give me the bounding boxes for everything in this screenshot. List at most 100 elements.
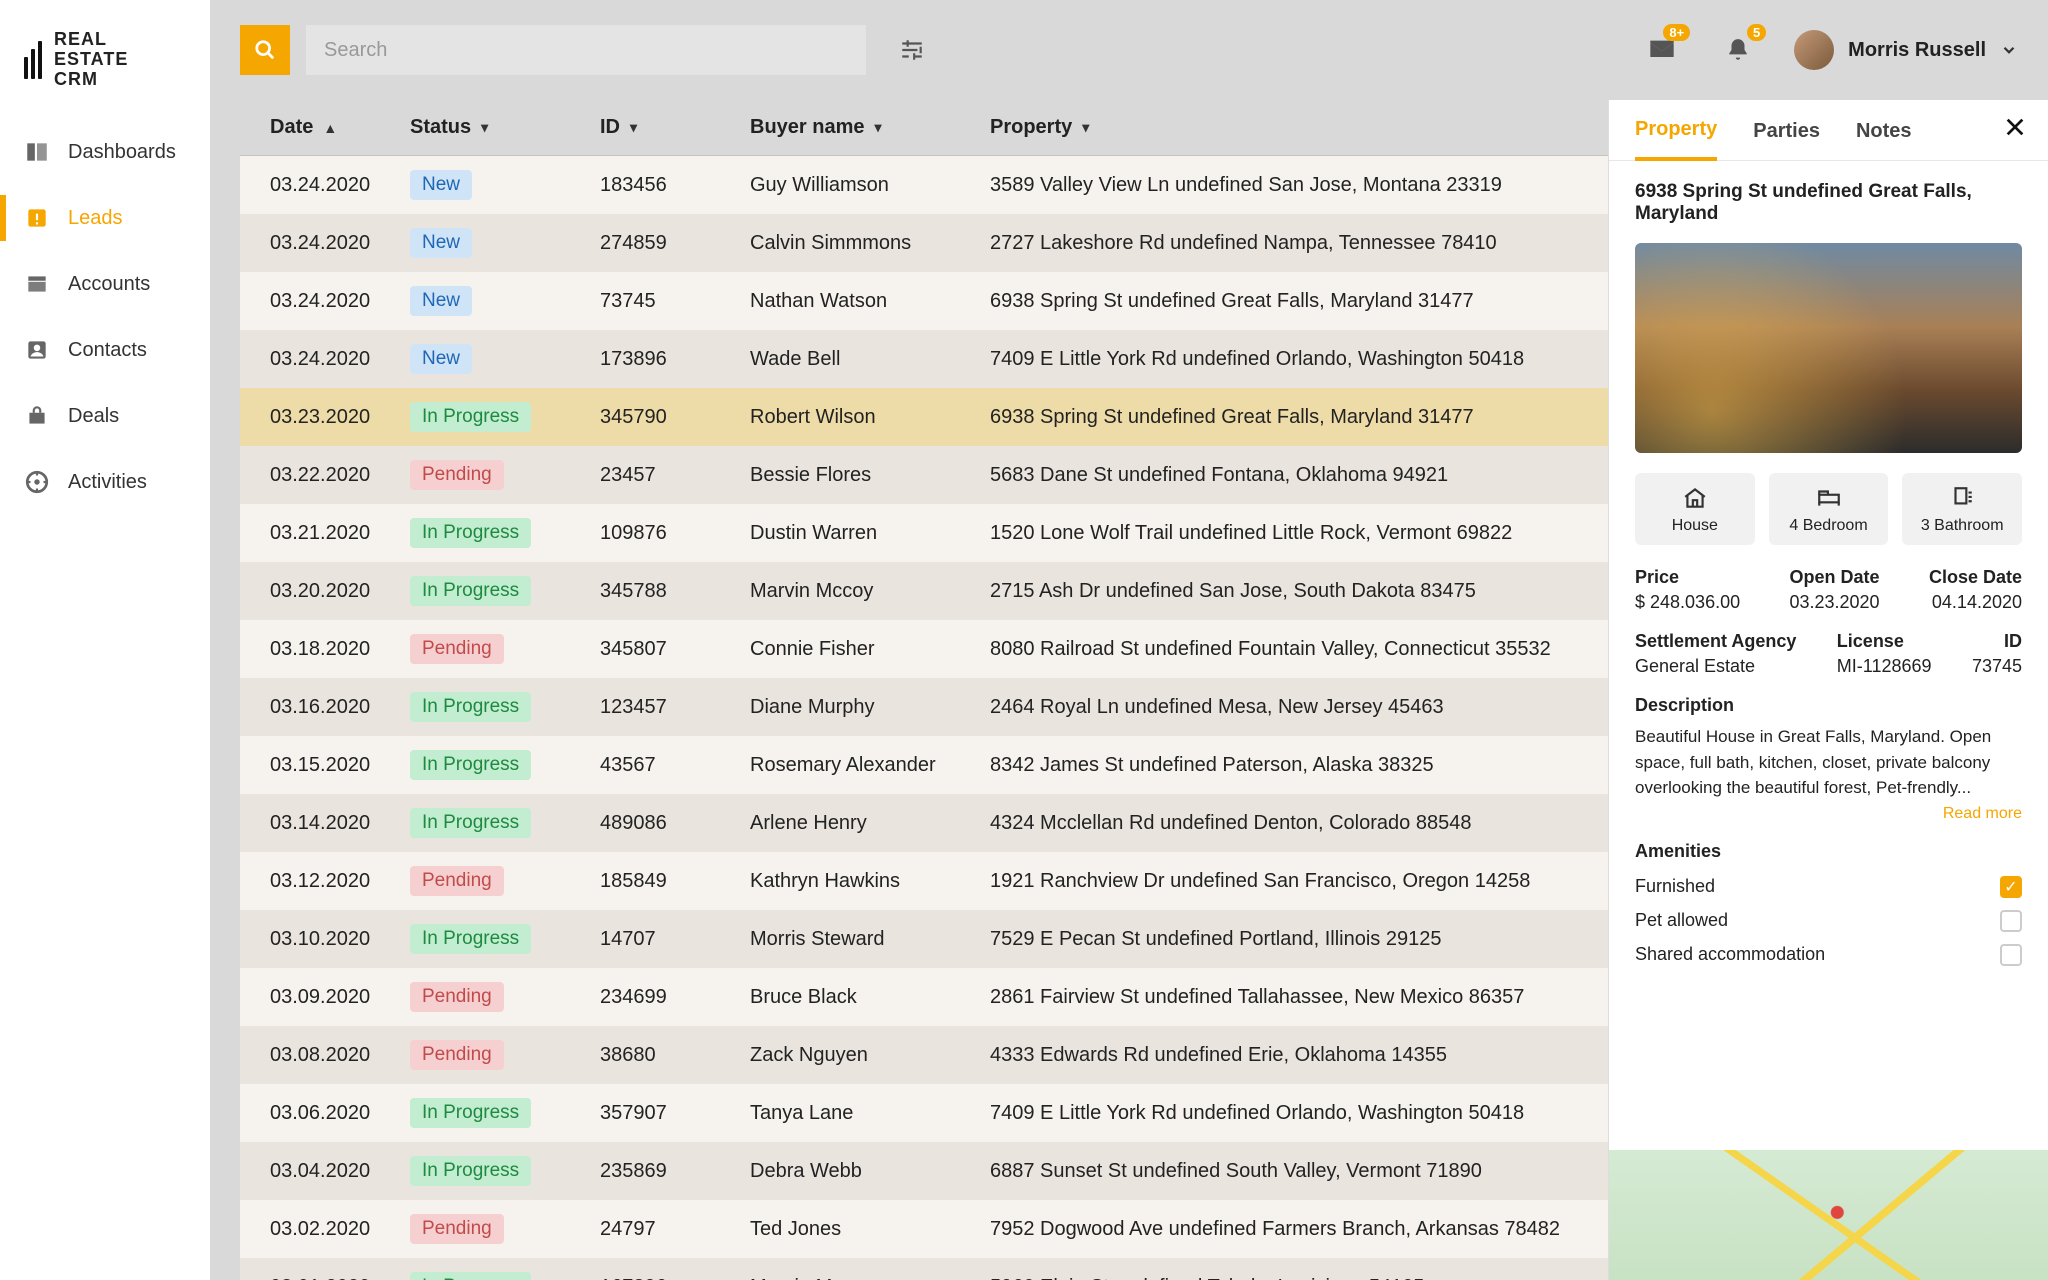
cell-status: New — [410, 170, 600, 200]
amenity-row: Pet allowed — [1635, 904, 2022, 938]
status-badge: In Progress — [410, 518, 531, 548]
cell-buyer: Diane Murphy — [750, 696, 990, 719]
notifications-button[interactable]: 5 — [1718, 30, 1758, 70]
close-date-label: Close Date — [1929, 567, 2022, 588]
sidebar-item-contacts[interactable]: Contacts — [0, 317, 210, 383]
column-date[interactable]: Date▲ — [240, 116, 410, 139]
cell-buyer: Ted Jones — [750, 1218, 990, 1241]
sidebar-item-leads[interactable]: Leads — [0, 185, 210, 251]
sidebar: REAL ESTATE CRM DashboardsLeadsAccounts C… — [0, 0, 210, 1280]
price-value: $ 248.036.00 — [1635, 592, 1740, 613]
cell-id: 173896 — [600, 348, 750, 371]
logo-icon — [24, 41, 42, 79]
close-date-value: 04.14.2020 — [1929, 592, 2022, 613]
property-photo — [1635, 243, 2022, 453]
mail-button[interactable]: 8+ — [1642, 30, 1682, 70]
filter-button[interactable] — [892, 30, 932, 70]
sidebar-item-accounts[interactable]: Accounts — [0, 251, 210, 317]
price-label: Price — [1635, 567, 1740, 588]
tab-parties[interactable]: Parties — [1753, 120, 1820, 159]
activities-icon — [24, 469, 50, 495]
sidebar-item-activities[interactable]: Activities — [0, 449, 210, 515]
sidebar-item-label: Contacts — [68, 339, 147, 362]
cell-buyer: Marvin Mccoy — [750, 1276, 990, 1280]
cell-date: 03.16.2020 — [240, 696, 410, 719]
status-badge: New — [410, 286, 472, 316]
license-label: License — [1837, 631, 1932, 652]
search-button[interactable] — [240, 25, 290, 75]
sidebar-item-deals[interactable]: Deals — [0, 383, 210, 449]
logo-text: REAL ESTATE CRM — [54, 30, 128, 89]
status-badge: Pending — [410, 1040, 504, 1070]
status-badge: Pending — [410, 634, 504, 664]
cell-date: 03.18.2020 — [240, 638, 410, 661]
deals-icon — [24, 403, 50, 429]
bathroom-icon — [1947, 485, 1977, 511]
status-badge: In Progress — [410, 808, 531, 838]
cell-id: 234699 — [600, 986, 750, 1009]
cell-id: 235869 — [600, 1160, 750, 1183]
status-badge: In Progress — [410, 402, 531, 432]
column-status[interactable]: Status▾ — [410, 116, 600, 139]
status-badge: In Progress — [410, 692, 531, 722]
cell-buyer: Arlene Henry — [750, 812, 990, 835]
open-date-label: Open Date — [1789, 567, 1879, 588]
column-buyer[interactable]: Buyer name▾ — [750, 116, 990, 139]
contacts-icon — [24, 337, 50, 363]
sidebar-item-dashboards[interactable]: Dashboards — [0, 119, 210, 185]
cell-id: 38680 — [600, 1044, 750, 1067]
cell-date: 03.01.2020 — [240, 1276, 410, 1280]
cell-id: 23457 — [600, 464, 750, 487]
sidebar-nav: DashboardsLeadsAccounts Contacts Deals Acti… — [0, 119, 210, 515]
cell-buyer: Morris Steward — [750, 928, 990, 951]
leads-icon — [24, 205, 50, 231]
close-button[interactable] — [2004, 114, 2026, 145]
amenity-checkbox[interactable] — [2000, 944, 2022, 966]
cell-buyer: Wade Bell — [750, 348, 990, 371]
cell-buyer: Connie Fisher — [750, 638, 990, 661]
cell-status: In Progress — [410, 576, 600, 606]
cell-id: 274859 — [600, 232, 750, 255]
cell-date: 03.10.2020 — [240, 928, 410, 951]
cell-buyer: Dustin Warren — [750, 522, 990, 545]
cell-date: 03.08.2020 — [240, 1044, 410, 1067]
close-icon — [2004, 116, 2026, 138]
location-map[interactable] — [1609, 1150, 2048, 1280]
mail-badge: 8+ — [1663, 24, 1690, 41]
column-id[interactable]: ID▾ — [600, 116, 750, 139]
status-badge: In Progress — [410, 576, 531, 606]
detail-address: 6938 Spring St undefined Great Falls, Ma… — [1635, 181, 2022, 225]
status-badge: New — [410, 344, 472, 374]
cell-status: New — [410, 344, 600, 374]
cell-id: 73745 — [600, 290, 750, 313]
cell-date: 03.21.2020 — [240, 522, 410, 545]
cell-buyer: Marvin Mccoy — [750, 580, 990, 603]
sidebar-item-label: Deals — [68, 405, 119, 428]
cell-status: Pending — [410, 982, 600, 1012]
license-value: MI-1128669 — [1837, 656, 1932, 677]
cell-id: 109876 — [600, 522, 750, 545]
search-input[interactable] — [306, 25, 866, 75]
read-more-link[interactable]: Read more — [1635, 805, 2022, 823]
cell-status: Pending — [410, 866, 600, 896]
cell-date: 03.02.2020 — [240, 1218, 410, 1241]
description-text: Beautiful House in Great Falls, Maryland… — [1635, 724, 2022, 801]
cell-id: 185849 — [600, 870, 750, 893]
chevron-down-icon — [2000, 41, 2018, 59]
user-menu[interactable]: Morris Russell — [1794, 30, 2018, 70]
status-badge: In Progress — [410, 1272, 531, 1280]
status-badge: Pending — [410, 460, 504, 490]
status-badge: Pending — [410, 866, 504, 896]
tab-property[interactable]: Property — [1635, 118, 1717, 161]
cell-date: 03.24.2020 — [240, 290, 410, 313]
amenity-checkbox[interactable]: ✓ — [2000, 876, 2022, 898]
tab-notes[interactable]: Notes — [1856, 120, 1912, 159]
cell-id: 345788 — [600, 580, 750, 603]
detail-id-label: ID — [1972, 631, 2022, 652]
status-badge: New — [410, 228, 472, 258]
amenity-checkbox[interactable] — [2000, 910, 2022, 932]
chip-bedrooms: 4 Bedroom — [1769, 473, 1889, 545]
amenity-label: Shared accommodation — [1635, 944, 1825, 965]
detail-id-value: 73745 — [1972, 656, 2022, 677]
cell-id: 345790 — [600, 406, 750, 429]
